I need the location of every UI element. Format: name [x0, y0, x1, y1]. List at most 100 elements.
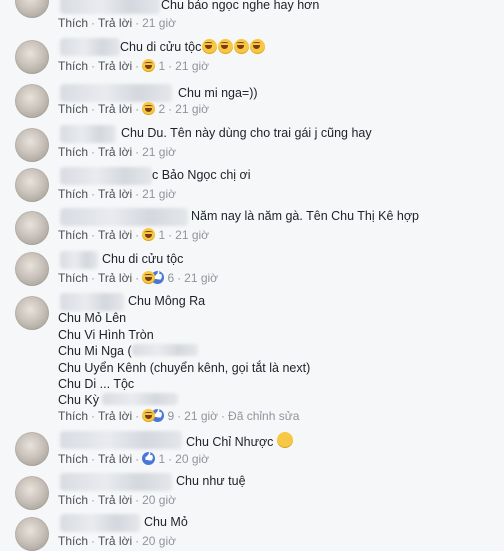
blurred-name [60, 293, 124, 311]
comment-actions: Thích·Trả lời· 6·21 giờ [58, 271, 218, 285]
blurred-text [131, 344, 198, 356]
reply-link[interactable]: Trả lời [98, 59, 132, 73]
like-link[interactable]: Thích [58, 59, 88, 73]
avatar[interactable] [15, 252, 49, 286]
comment-line-row: Chu Kỳ [58, 393, 178, 407]
reply-link[interactable]: Trả lời [98, 493, 132, 507]
avatar[interactable] [15, 211, 49, 245]
avatar[interactable] [15, 517, 49, 551]
reply-link[interactable]: Trả lời [98, 534, 132, 548]
comment-actions: Thích · Trả lời · 20 giờ [58, 534, 176, 548]
blurred-name [60, 473, 172, 491]
like-link[interactable]: Thích [58, 228, 88, 242]
comment-line: Chu Di ... Tộc [58, 377, 135, 391]
comment-line: Chu Kỳ [58, 393, 99, 407]
like-link[interactable]: Thích [58, 16, 88, 30]
comment-text: Năm nay là năm gà. Tên Chu Thị Kê hợp [191, 209, 419, 223]
comment-actions: Thích · Trả lời · 1 · 21 giờ [58, 228, 210, 242]
avatar[interactable] [15, 0, 49, 18]
reply-link[interactable]: Trả lời [98, 409, 132, 423]
comment-text: Chu di cửu tộc [120, 40, 202, 54]
comment-line: Chu Vi Hình Tròn [58, 328, 154, 342]
blurred-name [60, 514, 140, 532]
comment-actions: Thích·Trả lời· 1·20 giờ [58, 452, 209, 466]
avatar[interactable] [15, 84, 49, 118]
avatar[interactable] [15, 128, 49, 162]
timestamp[interactable]: 21 giờ [175, 59, 209, 73]
comment-text: c Bảo Ngọc chị ơi [152, 168, 251, 182]
timestamp[interactable]: 21 giờ [184, 271, 218, 285]
reaction-haha-icon[interactable] [142, 102, 156, 115]
avatar[interactable] [15, 40, 49, 74]
comment-text: Chu bảo ngọc nghe hay hơn [161, 0, 320, 12]
reaction-icons[interactable] [142, 409, 165, 422]
reaction-haha-icon[interactable] [142, 59, 156, 72]
comment-actions: Thích · Trả lời · 21 giờ [58, 187, 176, 201]
reply-link[interactable]: Trả lời [98, 271, 132, 285]
reply-link[interactable]: Trả lời [98, 16, 132, 30]
like-link[interactable]: Thích [58, 102, 88, 116]
comment-text: Chu Du. Tên này dùng cho trai gái j cũng… [121, 126, 372, 140]
comment-text: Chu Mông Ra [128, 294, 206, 308]
comment-text: Chu như tuệ [176, 474, 246, 488]
comment-actions: Thích · Trả lời · 2 · 21 giờ [58, 102, 210, 116]
comment-text: Chu Chỉ Nhược [186, 435, 274, 449]
like-link[interactable]: Thích [58, 452, 88, 466]
laughing-emoji-icon [202, 39, 218, 54]
comment-actions: Thích·Trả lời· 9·21 giờ·Đã chỉnh sửa [58, 409, 299, 423]
reply-link[interactable]: Trả lời [98, 452, 132, 466]
yum-emoji-icon [276, 432, 293, 448]
comment-actions: Thích · Trả lời · 21 giờ [58, 145, 176, 159]
timestamp[interactable]: 21 giờ [142, 145, 176, 159]
laughing-emoji-icon [250, 39, 266, 54]
blurred-name [60, 0, 160, 14]
reply-link[interactable]: Trả lời [98, 187, 132, 201]
blurred-name [60, 208, 188, 226]
timestamp[interactable]: 20 giờ [175, 452, 209, 466]
like-link[interactable]: Thích [58, 534, 88, 548]
comment-text-row: Chu di cửu tộc [120, 39, 266, 54]
timestamp[interactable]: 20 giờ [142, 534, 176, 548]
like-link[interactable]: Thích [58, 271, 88, 285]
like-link[interactable]: Thích [58, 493, 88, 507]
like-link[interactable]: Thích [58, 409, 88, 423]
reaction-count[interactable]: 1 [158, 452, 165, 466]
timestamp[interactable]: 21 giờ [142, 187, 176, 201]
reaction-count[interactable]: 1 [158, 59, 165, 73]
reply-link[interactable]: Trả lời [98, 228, 132, 242]
reply-link[interactable]: Trả lời [98, 145, 132, 159]
reaction-count[interactable]: 1 [158, 228, 165, 242]
reaction-count[interactable]: 2 [158, 102, 165, 116]
comment-actions: Thích · Trả lời · 1 · 21 giờ [58, 59, 210, 73]
comment-text: Chu di cửu tộc [102, 252, 184, 266]
like-link[interactable]: Thích [58, 145, 88, 159]
timestamp[interactable]: 21 giờ [184, 409, 218, 423]
timestamp[interactable]: 21 giờ [175, 228, 209, 242]
reaction-icons[interactable] [142, 271, 165, 284]
blurred-name [60, 167, 152, 185]
blurred-text [102, 393, 178, 405]
comment-text: Chu Mỏ [144, 515, 188, 529]
reaction-like-icon[interactable] [142, 452, 156, 465]
avatar[interactable] [15, 432, 49, 466]
blurred-name [60, 251, 98, 269]
comment-actions: Thích · Trả lời · 20 giờ [58, 493, 176, 507]
comment-text: Chu mi nga=)) [178, 86, 258, 100]
comment-text-row: Chu Chỉ Nhược [186, 432, 293, 449]
reaction-haha-icon[interactable] [142, 228, 156, 241]
laughing-emoji-icon [218, 39, 234, 54]
avatar[interactable] [15, 296, 49, 330]
timestamp[interactable]: 20 giờ [142, 493, 176, 507]
reply-link[interactable]: Trả lời [98, 102, 132, 116]
blurred-name [60, 431, 182, 449]
like-link[interactable]: Thích [58, 187, 88, 201]
laughing-emoji-icon [234, 39, 250, 54]
timestamp[interactable]: 21 giờ [142, 16, 176, 30]
avatar[interactable] [15, 476, 49, 510]
edited-label[interactable]: Đã chỉnh sửa [228, 409, 299, 423]
comment-line-row: Chu Mi Nga ( [58, 344, 198, 358]
avatar[interactable] [15, 168, 49, 202]
reaction-count[interactable]: 6 [167, 271, 174, 285]
reaction-count[interactable]: 9 [167, 409, 174, 423]
timestamp[interactable]: 21 giờ [175, 102, 209, 116]
